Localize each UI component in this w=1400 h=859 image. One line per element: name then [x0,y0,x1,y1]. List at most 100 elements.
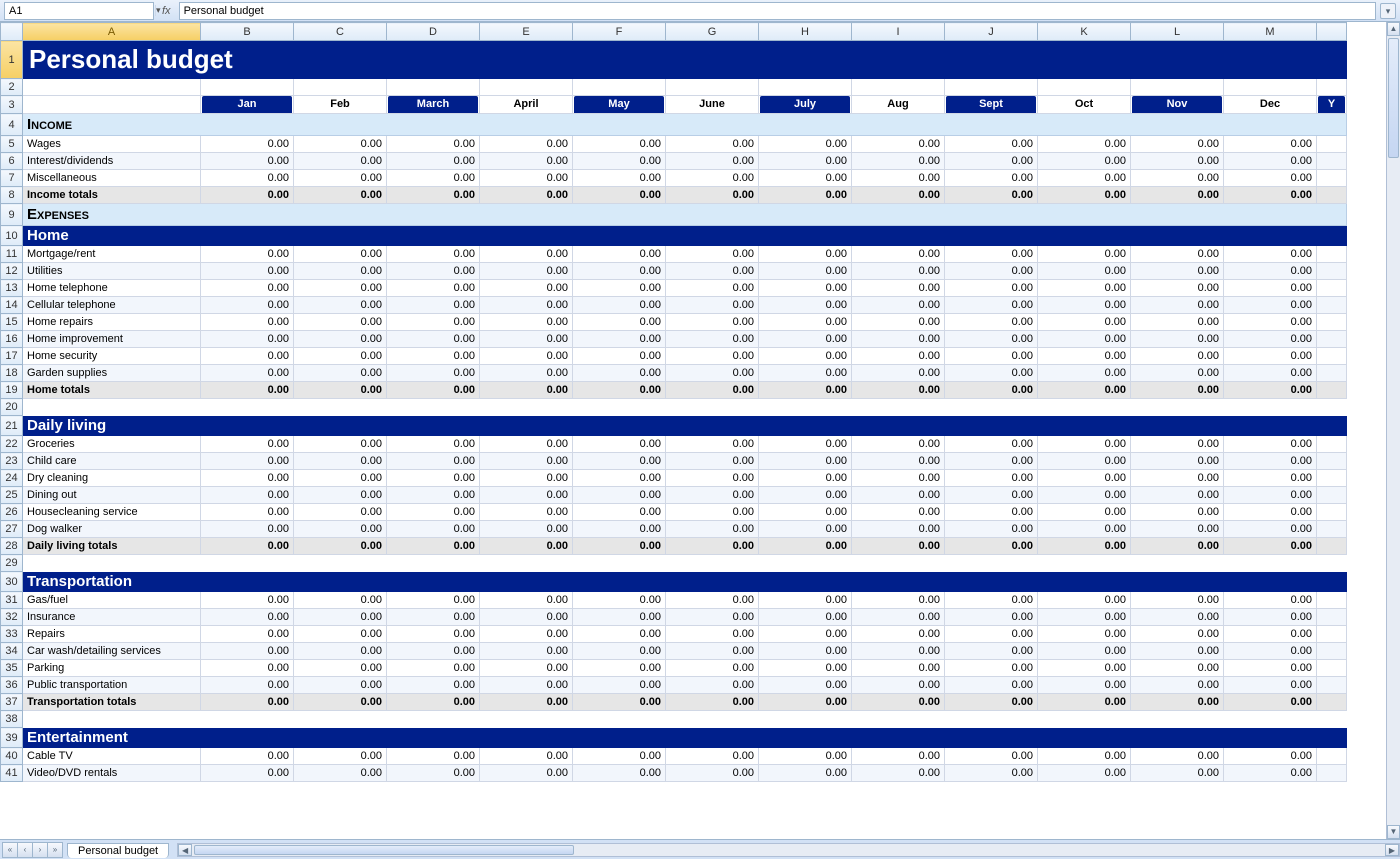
row-label[interactable]: Housecleaning service [23,504,201,521]
cell[interactable]: 0.00 [294,626,387,643]
cell[interactable]: 0.00 [852,660,945,677]
cell[interactable]: 0.00 [852,748,945,765]
cell[interactable]: 0.00 [480,487,573,504]
cell[interactable]: 0.00 [759,314,852,331]
row-label[interactable]: Interest/dividends [23,153,201,170]
cell[interactable]: 0.00 [573,365,666,382]
cell[interactable] [1317,643,1347,660]
cell[interactable] [201,399,294,416]
cell[interactable]: 0.00 [759,170,852,187]
cell[interactable]: 0.00 [1038,504,1131,521]
cell[interactable] [480,399,573,416]
cell[interactable]: 0.00 [201,331,294,348]
cell[interactable]: 0.00 [945,453,1038,470]
cell[interactable]: 0.00 [1131,297,1224,314]
cell[interactable]: 0.00 [201,348,294,365]
scroll-right-icon[interactable]: ▶ [1385,844,1399,856]
cell[interactable]: 0.00 [1038,453,1131,470]
cell[interactable]: 0.00 [945,436,1038,453]
cell[interactable]: 0.00 [1131,187,1224,204]
cell[interactable]: 0.00 [945,487,1038,504]
cell[interactable]: 0.00 [666,436,759,453]
cell[interactable]: 0.00 [294,348,387,365]
cell[interactable]: 0.00 [1224,348,1317,365]
column-header[interactable]: M [1224,23,1317,41]
cell[interactable]: 0.00 [852,592,945,609]
month-header[interactable]: March [387,96,480,114]
row-label[interactable]: Parking [23,660,201,677]
cell[interactable] [1038,555,1131,572]
row-label[interactable]: Home totals [23,382,201,399]
cell[interactable] [1317,187,1347,204]
cell[interactable] [1317,677,1347,694]
cell[interactable]: 0.00 [387,382,480,399]
cell[interactable]: 0.00 [852,187,945,204]
cell[interactable]: 0.00 [852,280,945,297]
cell[interactable]: 0.00 [666,765,759,782]
cell[interactable] [294,79,387,96]
cell[interactable]: 0.00 [480,297,573,314]
cell[interactable]: 0.00 [480,136,573,153]
cell[interactable]: 0.00 [573,592,666,609]
cell[interactable]: 0.00 [201,297,294,314]
sheet-nav-prev-icon[interactable]: ‹ [17,842,33,858]
cell[interactable]: 0.00 [759,348,852,365]
cell[interactable]: 0.00 [852,153,945,170]
cell[interactable]: 0.00 [1224,765,1317,782]
cell[interactable]: 0.00 [666,538,759,555]
cell[interactable]: 0.00 [573,765,666,782]
cell[interactable]: 0.00 [387,263,480,280]
cell[interactable]: 0.00 [945,470,1038,487]
cell[interactable] [759,79,852,96]
cell[interactable] [1317,399,1347,416]
cell[interactable]: 0.00 [387,136,480,153]
cell[interactable]: 0.00 [945,592,1038,609]
cell[interactable] [1317,436,1347,453]
cell[interactable] [23,399,201,416]
row-header[interactable]: 29 [1,555,23,572]
cell[interactable] [23,711,201,728]
row-label[interactable]: Miscellaneous [23,170,201,187]
column-header[interactable]: H [759,23,852,41]
cell[interactable] [1317,765,1347,782]
cell[interactable]: 0.00 [480,660,573,677]
row-header[interactable]: 30 [1,572,23,592]
cell[interactable]: 0.00 [1224,153,1317,170]
cell[interactable]: 0.00 [573,538,666,555]
column-header[interactable]: B [201,23,294,41]
month-header[interactable]: Sept [945,96,1038,114]
cell[interactable]: 0.00 [294,436,387,453]
cell[interactable] [387,555,480,572]
cell[interactable]: 0.00 [1038,331,1131,348]
cell[interactable]: 0.00 [480,348,573,365]
cell[interactable]: 0.00 [1131,765,1224,782]
cell[interactable]: 0.00 [387,453,480,470]
month-header[interactable]: Oct [1038,96,1131,114]
cell[interactable]: 0.00 [666,187,759,204]
cell[interactable] [1038,399,1131,416]
cell[interactable]: 0.00 [666,694,759,711]
row-header[interactable]: 37 [1,694,23,711]
row-header[interactable]: 17 [1,348,23,365]
cell[interactable]: 0.00 [1224,436,1317,453]
cell[interactable]: 0.00 [1224,136,1317,153]
column-header[interactable]: G [666,23,759,41]
cell[interactable]: 0.00 [480,521,573,538]
cell[interactable]: 0.00 [387,643,480,660]
cell[interactable]: 0.00 [387,365,480,382]
cell[interactable]: 0.00 [945,609,1038,626]
vertical-scrollbar[interactable]: ▲ ▼ [1386,22,1400,839]
row-label[interactable]: Daily living totals [23,538,201,555]
cell[interactable]: 0.00 [201,487,294,504]
cell[interactable] [1317,470,1347,487]
cell[interactable]: 0.00 [1224,453,1317,470]
cell[interactable]: 0.00 [666,170,759,187]
cell[interactable]: 0.00 [1038,626,1131,643]
cell[interactable]: 0.00 [573,660,666,677]
cell[interactable]: 0.00 [201,470,294,487]
cell[interactable]: 0.00 [294,609,387,626]
cell[interactable]: 0.00 [945,643,1038,660]
scroll-up-icon[interactable]: ▲ [1387,22,1400,36]
cell[interactable]: 0.00 [759,677,852,694]
cell[interactable]: 0.00 [1131,470,1224,487]
